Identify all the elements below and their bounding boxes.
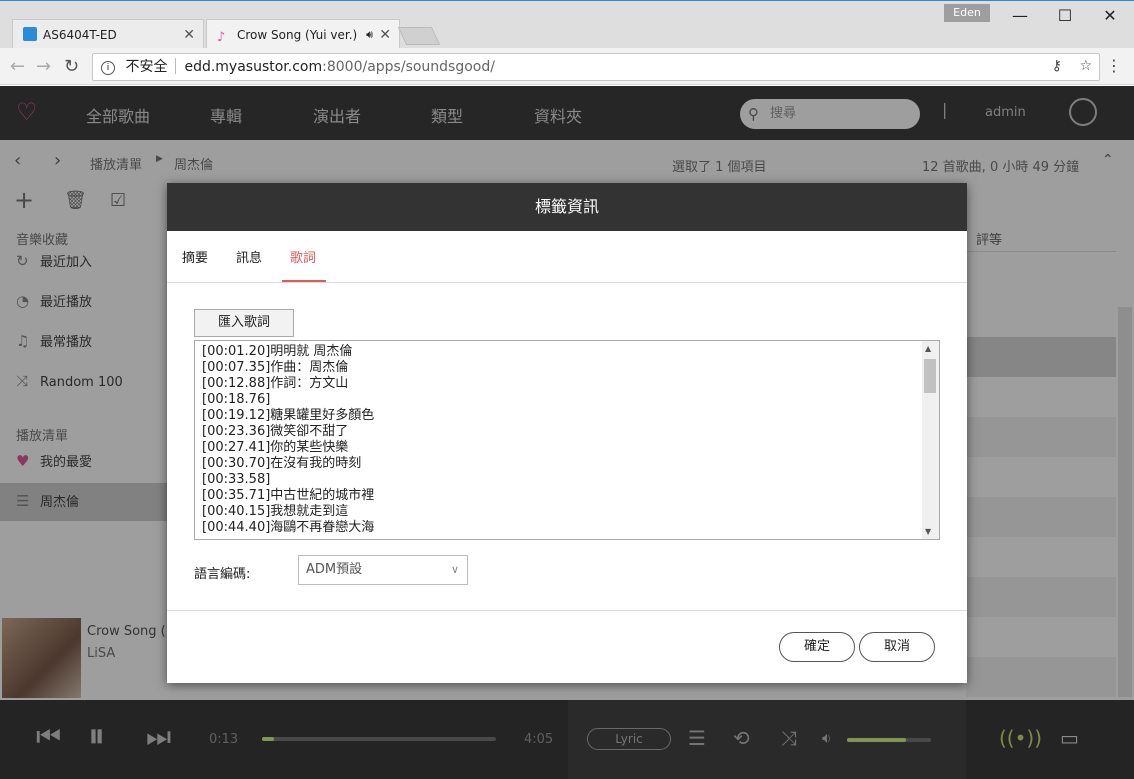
tab-label: Crow Song (Yui ver.) bbox=[237, 28, 358, 42]
browser-menu-icon[interactable]: ⋮ bbox=[1106, 56, 1122, 75]
cancel-button[interactable]: 取消 bbox=[859, 632, 935, 662]
lyrics-line: [00:23.36]微笑卻不甜了 bbox=[202, 424, 349, 439]
audio-playing-icon: 🔊︎ bbox=[366, 28, 373, 41]
active-tab-underline bbox=[282, 280, 326, 282]
tab-lyrics[interactable]: 歌詞 bbox=[290, 247, 316, 266]
close-tab-icon[interactable]: ✕ bbox=[183, 20, 195, 50]
forward-icon[interactable]: → bbox=[36, 56, 51, 77]
scroll-down-icon[interactable]: ▼ bbox=[925, 527, 931, 536]
lyrics-line: [00:19.12]糖果罐里好多顏色 bbox=[202, 408, 375, 423]
lyrics-line: [00:30.70]在沒有我的時刻 bbox=[202, 456, 362, 471]
profile-badge[interactable]: Eden bbox=[944, 4, 990, 22]
close-window-button[interactable]: ✕ bbox=[1088, 5, 1132, 27]
lyrics-line: [00:01.20]明明就 周杰倫 bbox=[202, 344, 353, 359]
bookmark-star-icon[interactable]: ☆ bbox=[1079, 58, 1092, 74]
encoding-label: 語言編碼: bbox=[194, 567, 251, 582]
adm-favicon-icon bbox=[23, 27, 37, 41]
tag-info-dialog: 標籤資訊 摘要 訊息 歌詞 匯入歌詞 [00:01.20]明明就 周杰倫 [00:… bbox=[167, 183, 967, 683]
new-tab-button[interactable] bbox=[397, 27, 441, 45]
address-bar[interactable]: i 不安全 edd.myasustor.com:8000/apps/soundsg… bbox=[92, 53, 1100, 81]
scroll-thumb[interactable] bbox=[924, 359, 936, 393]
ok-button[interactable]: 確定 bbox=[779, 632, 855, 662]
dialog-tabs: 摘要 訊息 歌詞 bbox=[167, 231, 967, 283]
reload-icon[interactable]: ↻ bbox=[64, 56, 79, 77]
lyrics-line: [00:40.15]我想就走到這 bbox=[202, 504, 349, 519]
minimize-button[interactable]: — bbox=[998, 5, 1042, 27]
tab-info[interactable]: 訊息 bbox=[236, 247, 262, 266]
lyrics-scrollbar[interactable]: ▲ ▼ bbox=[922, 341, 939, 539]
key-icon[interactable]: ⚷ bbox=[1052, 58, 1062, 74]
encoding-select[interactable]: ADM預設 ∨ bbox=[298, 555, 468, 585]
lyrics-line: [00:18.76] bbox=[202, 392, 271, 407]
url-path: :8000/apps/soundsgood/ bbox=[322, 59, 495, 75]
close-tab-icon[interactable]: ✕ bbox=[379, 20, 391, 50]
browser-titlebar: AS6404T-ED ✕ ♪ Crow Song (Yui ver.) 🔊︎ ✕ … bbox=[0, 0, 1134, 49]
import-lyrics-button[interactable]: 匯入歌詞 bbox=[194, 309, 294, 337]
lyrics-line: [00:07.35]作曲：周杰倫 bbox=[202, 360, 349, 375]
back-icon[interactable]: ← bbox=[10, 56, 25, 77]
music-favicon-icon: ♪ bbox=[217, 30, 226, 45]
lyrics-line: [00:44.40]海鷗不再眷戀大海 bbox=[202, 520, 375, 535]
info-icon[interactable]: i bbox=[101, 61, 115, 75]
lyrics-line: [00:27.41]你的某些快樂 bbox=[202, 440, 349, 455]
lyrics-line: [00:12.88]作詞：方文山 bbox=[202, 376, 349, 391]
tab-summary[interactable]: 摘要 bbox=[182, 247, 208, 266]
tab-label: AS6404T-ED bbox=[43, 28, 117, 42]
lyrics-line: [00:35.71]中古世紀的城市裡 bbox=[202, 488, 375, 503]
browser-toolbar: ← → ↻ i 不安全 edd.myasustor.com:8000/apps/s… bbox=[0, 48, 1134, 85]
chevron-down-icon: ∨ bbox=[450, 563, 459, 576]
lyrics-content: [00:01.20]明明就 周杰倫 [00:07.35]作曲：周杰倫 [00:12.… bbox=[202, 344, 922, 536]
lyrics-line: [00:33.58] bbox=[202, 472, 271, 487]
lyrics-textarea[interactable]: [00:01.20]明明就 周杰倫 [00:07.35]作曲：周杰倫 [00:12.… bbox=[194, 340, 940, 540]
browser-tab-asustor[interactable]: AS6404T-ED ✕ bbox=[12, 19, 204, 49]
url-host: edd.myasustor.com bbox=[184, 59, 323, 75]
scroll-up-icon[interactable]: ▲ bbox=[925, 344, 931, 353]
security-label: 不安全 bbox=[125, 59, 168, 75]
browser-tab-soundsgood[interactable]: ♪ Crow Song (Yui ver.) 🔊︎ ✕ bbox=[206, 19, 400, 49]
encoding-value: ADM預設 bbox=[306, 562, 363, 577]
maximize-button[interactable]: ☐ bbox=[1043, 5, 1087, 27]
divider bbox=[167, 610, 967, 611]
dialog-title: 標籤資訊 bbox=[167, 183, 967, 231]
